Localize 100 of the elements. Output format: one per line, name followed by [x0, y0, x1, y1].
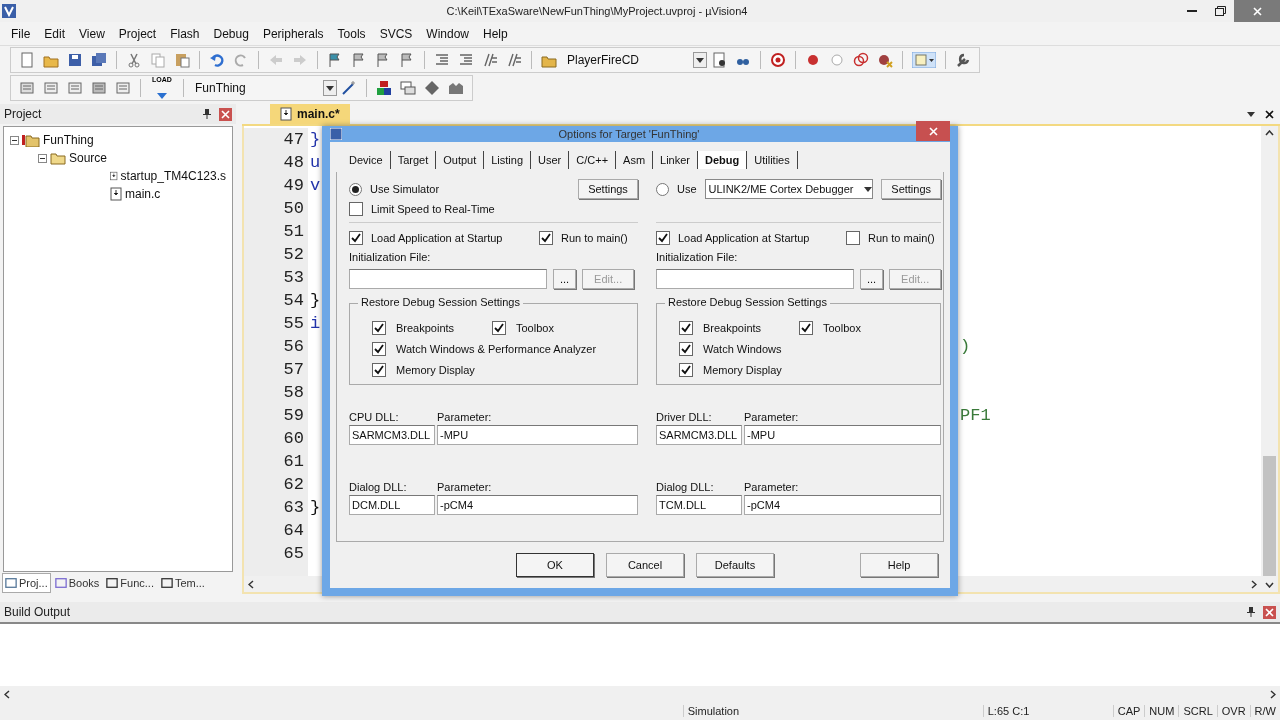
dialog-tab[interactable]: Asm	[616, 151, 654, 169]
pin-icon[interactable]	[1247, 607, 1255, 617]
checkbox[interactable]	[539, 231, 553, 245]
checkbox[interactable]	[349, 202, 363, 216]
scroll-left-icon[interactable]	[4, 689, 10, 699]
expander-icon[interactable]	[10, 135, 19, 145]
menu-item[interactable]: Help	[476, 26, 515, 41]
checkbox[interactable]	[372, 320, 386, 335]
bookmark-flag-icon[interactable]	[375, 52, 391, 68]
target-combo[interactable]: FunThing	[189, 78, 337, 98]
scroll-right-icon[interactable]	[1270, 689, 1276, 699]
dialog-tab[interactable]: Target	[390, 151, 437, 169]
wrench-icon[interactable]	[955, 52, 971, 68]
uncomment-icon[interactable]	[506, 52, 522, 68]
input-field[interactable]: SARMCM3.DLL	[349, 425, 435, 445]
magic-wand-icon[interactable]	[341, 80, 357, 96]
save-icon[interactable]	[67, 52, 83, 68]
browse-button[interactable]: ...	[860, 269, 884, 289]
checkbox[interactable]	[372, 362, 386, 377]
cut-icon[interactable]	[126, 52, 142, 68]
find-in-files-icon[interactable]	[711, 52, 727, 68]
panel-tab[interactable]: Tem...	[157, 573, 208, 593]
settings-button[interactable]: Settings	[881, 179, 942, 199]
dialog-tab[interactable]: Device	[342, 151, 391, 169]
menu-item[interactable]: View	[72, 26, 112, 41]
debug-session-icon[interactable]	[770, 52, 786, 68]
bookmark-flag-icon[interactable]	[399, 52, 415, 68]
tree-item[interactable]: Source	[69, 151, 108, 165]
diamond-icon[interactable]	[424, 80, 440, 96]
menu-item[interactable]: Flash	[163, 26, 207, 41]
tree-item[interactable]: startup_TM4C123.s	[120, 169, 226, 183]
dialog-tab[interactable]: C/C++	[569, 151, 617, 169]
pin-icon[interactable]	[203, 109, 211, 119]
radio-button[interactable]	[656, 182, 669, 196]
window-layout-icon[interactable]	[912, 52, 936, 68]
undo-icon[interactable]	[209, 52, 225, 68]
scroll-left-icon[interactable]	[248, 579, 254, 589]
dialog-tab[interactable]: Utilities	[747, 151, 798, 169]
checkbox[interactable]	[679, 362, 693, 377]
dialog-tab[interactable]: User	[531, 151, 570, 169]
checkbox[interactable]	[846, 231, 860, 245]
menu-item[interactable]: Edit	[37, 26, 73, 41]
checkbox[interactable]	[492, 320, 506, 335]
expander-icon[interactable]	[38, 153, 47, 163]
input-field[interactable]: TCM.DLL	[656, 495, 742, 515]
breakpoint-clear-icon[interactable]	[877, 52, 893, 68]
tree-item[interactable]: main.c	[125, 187, 161, 201]
checkbox[interactable]	[679, 320, 693, 335]
dialog-button[interactable]: Help	[860, 553, 938, 577]
input-field[interactable]: -MPU	[437, 425, 638, 445]
menu-item[interactable]: Window	[419, 26, 476, 41]
paste-icon[interactable]	[174, 52, 190, 68]
scroll-right-icon[interactable]	[1251, 579, 1257, 589]
breakpoint-icon[interactable]	[805, 52, 821, 68]
checkbox[interactable]	[799, 320, 813, 335]
editor-tab[interactable]: main.c*	[270, 104, 350, 124]
input-field[interactable]: SARMCM3.DLL	[656, 425, 742, 445]
close-icon[interactable]	[1265, 109, 1274, 119]
bookmark-flag-icon[interactable]	[327, 52, 343, 68]
find-combo[interactable]: PlayerFireCD	[561, 50, 707, 70]
dialog-button[interactable]: Defaults	[696, 553, 774, 577]
checkbox[interactable]	[349, 231, 363, 245]
checkbox[interactable]	[656, 231, 670, 245]
menu-item[interactable]: Debug	[206, 26, 256, 41]
input-field[interactable]: -pCM4	[437, 495, 638, 515]
batch-build-icon[interactable]	[91, 80, 107, 96]
double-circle-icon[interactable]	[853, 52, 869, 68]
radio-button[interactable]	[349, 182, 362, 196]
menu-item[interactable]: Tools	[330, 26, 373, 41]
color-blocks-icon[interactable]	[376, 80, 392, 96]
bookmark-flag-icon[interactable]	[351, 52, 367, 68]
menu-item[interactable]: File	[4, 26, 38, 41]
input-field[interactable]: -pCM4	[744, 495, 942, 515]
dialog-close-button[interactable]	[916, 121, 950, 141]
tree-item[interactable]: FunThing	[43, 133, 94, 147]
settings-button[interactable]: Settings	[578, 179, 638, 199]
outdent-icon[interactable]	[458, 52, 474, 68]
input-field[interactable]	[349, 269, 547, 289]
input-field[interactable]: -MPU	[744, 425, 942, 445]
indent-icon[interactable]	[434, 52, 450, 68]
comment-icon[interactable]	[482, 52, 498, 68]
stacked-windows-icon[interactable]	[400, 80, 416, 96]
input-field[interactable]: DCM.DLL	[349, 495, 435, 515]
browse-button[interactable]: ...	[553, 269, 577, 289]
dialog-tab[interactable]: Listing	[484, 151, 532, 169]
scroll-down-icon[interactable]	[1265, 582, 1274, 588]
panel-tab[interactable]: Func...	[103, 573, 157, 593]
checkbox[interactable]	[679, 341, 693, 356]
dialog-button[interactable]: Cancel	[606, 553, 684, 577]
panel-tab[interactable]: Proj...	[2, 573, 51, 593]
debugger-select[interactable]: ULINK2/ME Cortex Debugger	[704, 179, 874, 199]
menu-item[interactable]: Project	[111, 26, 164, 41]
scrollbar-thumb[interactable]	[1263, 456, 1276, 576]
menu-item[interactable]: Peripherals	[255, 26, 331, 41]
menu-item[interactable]: SVCS	[372, 26, 420, 41]
dialog-tab[interactable]: Debug	[698, 151, 748, 169]
dialog-tab[interactable]: Output	[436, 151, 485, 169]
scroll-up-icon[interactable]	[1265, 130, 1274, 136]
dialog-button[interactable]: OK	[516, 553, 594, 577]
panel-tab[interactable]: Books	[51, 573, 103, 593]
